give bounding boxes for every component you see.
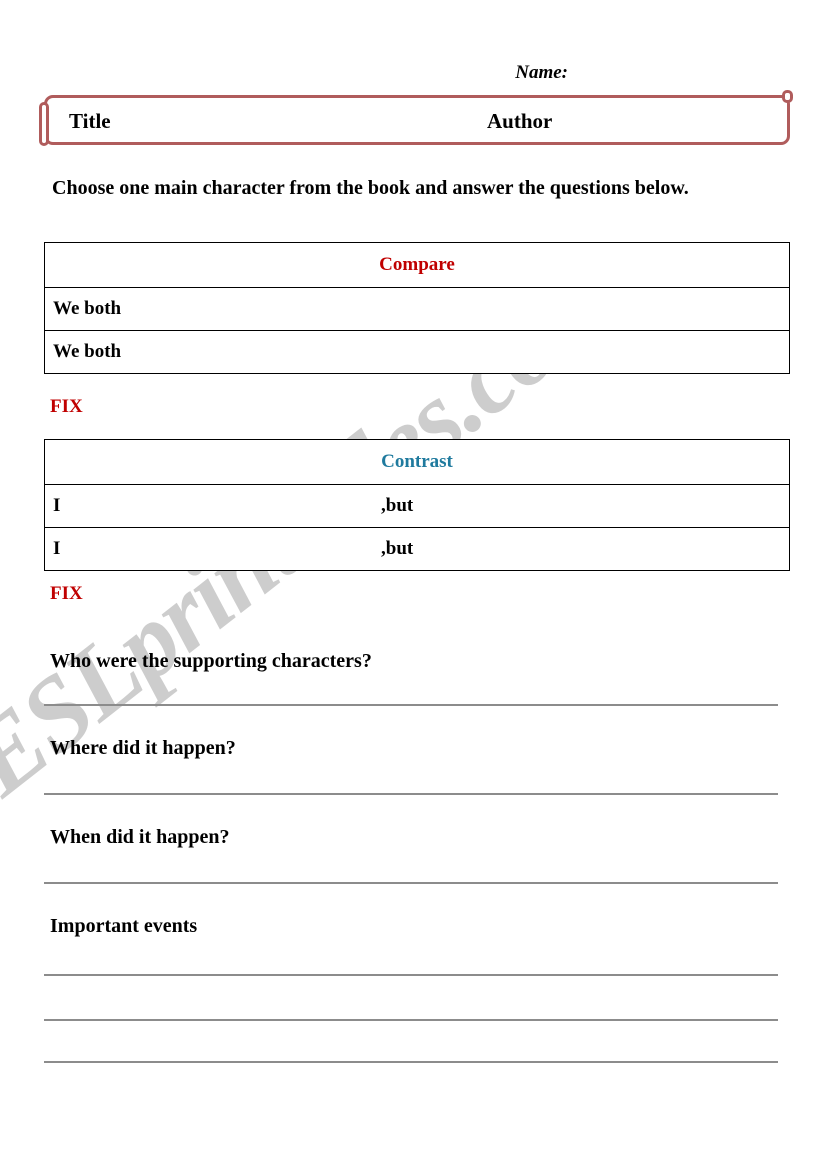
name-field-label: Name:	[515, 62, 568, 83]
answer-rule-5[interactable]	[44, 1019, 778, 1021]
compare-header-label: Compare	[379, 254, 455, 275]
author-label: Author	[487, 109, 553, 133]
fix-marker-2: FIX	[50, 583, 83, 604]
answer-rule-1[interactable]	[44, 704, 778, 706]
box-right-tab-decoration	[782, 90, 793, 103]
compare-row-1[interactable]: We both	[44, 287, 790, 331]
title-author-box: Title Author	[39, 90, 793, 146]
compare-table: Compare We both We both	[44, 242, 790, 374]
compare-row-2-left-label: We both	[53, 341, 122, 362]
table-row: I ,but	[44, 527, 790, 571]
box-left-tab-decoration	[39, 102, 49, 146]
table-row: I ,but	[44, 484, 790, 528]
title-label: Title	[69, 109, 111, 133]
compare-header-cell: Compare	[44, 242, 790, 288]
title-author-box-inner: Title Author	[39, 90, 793, 146]
question-where-did-it-happen: Where did it happen?	[50, 737, 236, 759]
table-header-row: Compare	[44, 242, 790, 288]
contrast-row-2-mid-label: ,but	[381, 538, 414, 559]
answer-rule-4[interactable]	[44, 974, 778, 976]
fix-marker-1: FIX	[50, 396, 83, 417]
contrast-table: Contrast I ,but I ,but	[44, 439, 790, 571]
contrast-header-label: Contrast	[381, 451, 453, 472]
table-header-row: Contrast	[44, 439, 790, 485]
compare-row-2[interactable]: We both	[44, 330, 790, 374]
table-row: We both	[44, 330, 790, 374]
question-important-events: Important events	[50, 915, 198, 937]
contrast-row-2[interactable]: I ,but	[44, 527, 790, 571]
contrast-header-cell: Contrast	[44, 439, 790, 485]
answer-rule-3[interactable]	[44, 882, 778, 884]
table-row: We both	[44, 287, 790, 331]
contrast-row-1-mid-label: ,but	[381, 495, 414, 516]
contrast-row-2-left-label: I	[53, 538, 61, 559]
instructions-text: Choose one main character from the book …	[52, 177, 689, 199]
question-supporting-characters: Who were the supporting characters?	[50, 650, 372, 672]
worksheet-page: Name: Title Author Choose one main chara…	[0, 0, 826, 1169]
answer-rule-2[interactable]	[44, 793, 778, 795]
compare-row-1-left-label: We both	[53, 298, 122, 319]
contrast-row-1-left-label: I	[53, 495, 61, 516]
question-when-did-it-happen: When did it happen?	[50, 826, 230, 848]
contrast-row-1[interactable]: I ,but	[44, 484, 790, 528]
answer-rule-6[interactable]	[44, 1061, 778, 1063]
